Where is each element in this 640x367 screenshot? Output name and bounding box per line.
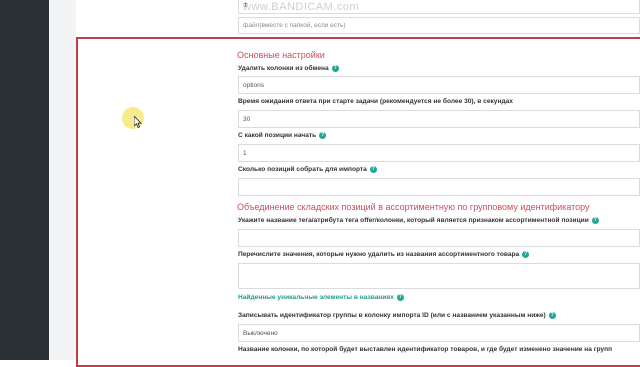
- label-text: Перечислите значения, которые нужно удал…: [238, 251, 520, 258]
- remove-values-textarea[interactable]: [238, 263, 640, 289]
- items-count-input[interactable]: [238, 178, 640, 196]
- help-icon[interactable]: ?: [522, 251, 530, 258]
- column-name-label: Название колонки, по которой будет выста…: [238, 346, 612, 353]
- label-text: Записывать идентификатор группы в колонк…: [238, 312, 546, 319]
- field-value: 30: [243, 115, 251, 123]
- remove-values-label: Перечислите значения, которые нужно удал…: [238, 251, 530, 258]
- items-count-label: Сколько позиций собрать для импорта?: [238, 166, 377, 173]
- field-value: 1: [243, 149, 247, 157]
- label-text: Время ожидания ответа при старте задачи …: [238, 98, 513, 105]
- content-gutter: [49, 0, 76, 360]
- section-title-basic: Основные настройки: [237, 50, 325, 60]
- field-value: options: [243, 81, 264, 89]
- write-id-label: Записывать идентификатор группы в колонк…: [238, 312, 556, 319]
- file-path-input[interactable]: файл(вместе с папкой, если есть): [238, 17, 640, 34]
- link-text[interactable]: Найденные уникальные элементы в названия…: [238, 294, 394, 301]
- timeout-input[interactable]: 30: [238, 110, 640, 128]
- watermark: www.BANDICAM.com: [243, 1, 360, 13]
- label-text: Название колонки, по которой будет выста…: [238, 346, 613, 353]
- label-text: Укажите название тега/атрибута тега offe…: [238, 217, 589, 224]
- delete-columns-label: Удалить колонки из обмена?: [238, 65, 339, 72]
- group-tag-input[interactable]: [238, 229, 640, 247]
- help-icon[interactable]: ?: [369, 166, 377, 173]
- unique-elements-link[interactable]: Найденные уникальные элементы в названия…: [238, 294, 404, 301]
- delete-columns-input[interactable]: options: [238, 76, 640, 94]
- help-icon[interactable]: ?: [548, 312, 556, 319]
- help-icon[interactable]: ?: [591, 217, 599, 224]
- label-text: Удалить колонки из обмена: [238, 65, 329, 72]
- label-text: Сколько позиций собрать для импорта: [238, 166, 367, 173]
- help-icon[interactable]: ?: [396, 294, 404, 301]
- select-value: Выключено: [243, 329, 278, 337]
- label-text: С какой позиции начать: [238, 132, 317, 139]
- timeout-label: Время ожидания ответа при старте задачи …: [238, 98, 513, 105]
- start-position-label: С какой позиции начать?: [238, 132, 327, 139]
- cursor-highlight: [122, 107, 144, 129]
- help-icon[interactable]: ?: [331, 65, 339, 72]
- help-icon[interactable]: ?: [319, 132, 327, 139]
- section-title-merge: Объединение складских позиций в ассортим…: [237, 202, 590, 212]
- sidebar: [0, 0, 49, 360]
- start-position-input[interactable]: 1: [238, 144, 640, 162]
- field-placeholder: файл(вместе с папкой, если есть): [243, 22, 346, 29]
- write-id-select[interactable]: Выключено: [238, 324, 640, 342]
- mouse-pointer-icon: [134, 116, 142, 128]
- group-tag-label: Укажите название тега/атрибута тега offe…: [238, 217, 599, 224]
